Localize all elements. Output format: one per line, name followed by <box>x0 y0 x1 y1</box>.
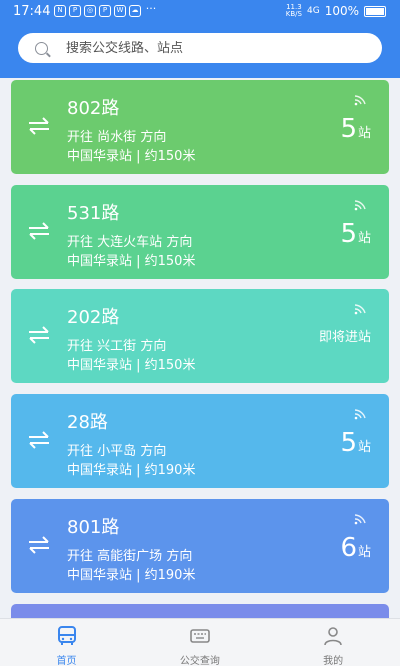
person-icon <box>324 627 342 646</box>
tab-keyboard[interactable]: 公交查询 <box>133 619 266 666</box>
route-name: 28路 <box>67 412 108 434</box>
route-direction: 开往 兴工街 方向 <box>67 335 166 354</box>
direction-suffix: 方向 <box>166 548 193 564</box>
notification-icons: N P ◎ P W ☁ ··· <box>54 2 158 17</box>
route-card[interactable]: 3路开往 方向 <box>11 603 389 618</box>
route-name: 202路 <box>67 307 120 329</box>
realtime-signal-icon <box>354 514 366 525</box>
notification-icon-1: N <box>54 5 66 17</box>
route-name: 801路 <box>67 516 120 538</box>
swap-direction-icon[interactable] <box>28 116 50 136</box>
eta-value: 5 <box>340 114 357 144</box>
stop-distance: 中国华录站 | 约150米 <box>67 358 196 374</box>
route-card[interactable]: 802路开往 尚水街 方向中国华录站 | 约150米 5 站 <box>11 80 389 174</box>
realtime-signal-icon <box>354 409 366 420</box>
realtime-signal-icon <box>354 95 366 106</box>
swap-direction-icon[interactable] <box>28 535 50 555</box>
status-bar: 17:44 N P ◎ P W ☁ ··· 11.3 KB/S 4G 100% <box>0 0 400 24</box>
route-direction: 开往 高能街广场 方向 <box>67 545 192 564</box>
notification-icon-3: P <box>99 5 111 17</box>
direction-destination: 兴工街 <box>97 339 137 355</box>
swap-direction-icon[interactable] <box>28 325 50 345</box>
notification-icon-2: P <box>69 5 81 17</box>
direction-suffix: 方向 <box>140 130 167 145</box>
route-direction: 开往 大连火车站 方向 <box>67 231 192 250</box>
direction-suffix: 方向 <box>140 339 167 355</box>
app-header: 17:44 N P ◎ P W ☁ ··· 11.3 KB/S 4G 100% <box>0 0 400 78</box>
eta-value: 5 <box>340 218 357 249</box>
eta-unit: 站 <box>357 544 371 560</box>
realtime-signal-icon <box>354 304 366 315</box>
direction-prefix: 开往 <box>67 130 94 145</box>
route-list[interactable]: 802路 开往 尚水街 方向 中国华录站 | 约150米 5 站 531路 开往 大连火车站… <box>0 78 400 618</box>
direction-prefix: 开往 <box>67 444 94 460</box>
route-direction: 开往 小平岛 方向 <box>67 440 166 459</box>
direction-prefix: 开往 <box>67 548 94 564</box>
stop-distance: 中国华录站 | 约150米 <box>67 253 196 269</box>
search-bar[interactable] <box>18 33 382 63</box>
direction-suffix: 方向 <box>140 444 167 460</box>
bus-icon <box>57 626 76 645</box>
tab-label: 公交查询 <box>179 656 220 666</box>
swap-direction-icon[interactable] <box>28 221 50 241</box>
direction-destination: 尚水街 <box>97 130 137 145</box>
status-time: 17:44 <box>13 4 51 19</box>
location-icon: ◎ <box>84 5 96 17</box>
battery-icon <box>364 5 386 17</box>
eta-unit: 站 <box>357 126 371 141</box>
direction-suffix: 方向 <box>166 234 193 250</box>
stop-distance: 中国华录站 | 约190米 <box>67 463 196 479</box>
arrival-eta: 6站 <box>340 533 371 563</box>
bottom-tab-bar: 首页 公交查询 我的 <box>0 618 400 666</box>
tab-person[interactable]: 我的 <box>267 619 400 666</box>
route-card[interactable]: 531路 开往 大连火车站 方向 中国华录站 | 约150米 5 站 <box>11 184 389 279</box>
direction-destination: 小平岛 <box>97 444 137 460</box>
arrival-eta: 5站 <box>340 219 371 249</box>
tab-label: 首页 <box>56 656 77 666</box>
direction-destination: 高能街广场 <box>97 548 163 564</box>
route-card[interactable]: 28路开往 小平岛 方向中国华录站 | 约190米 5 站 <box>11 394 389 489</box>
wechat-icon: W <box>114 5 126 17</box>
tab-bus[interactable]: 首页 <box>0 619 133 666</box>
stop-distance: 中国华录站 | 约150米 <box>67 149 196 164</box>
eta-unit: 站 <box>357 230 371 246</box>
direction-destination: 大连火车站 <box>97 234 163 250</box>
search-icon <box>35 41 48 55</box>
route-name: 802路 <box>67 98 120 119</box>
cloud-icon: ☁ <box>129 5 141 17</box>
swap-direction-icon[interactable] <box>28 430 50 450</box>
arrival-eta: 即将进站 <box>319 326 372 345</box>
eta-unit: 站 <box>357 440 371 456</box>
eta-value: 5 <box>340 428 357 459</box>
search-input[interactable] <box>66 40 346 56</box>
net-speed: 11.3 KB/S <box>286 4 302 18</box>
stop-distance: 中国华录站 | 约190米 <box>67 567 196 583</box>
net-speed-unit: KB/S <box>285 10 302 18</box>
keyboard-icon <box>190 629 210 643</box>
tab-label: 我的 <box>323 656 344 666</box>
route-direction: 开往 尚水街 方向 <box>67 126 166 145</box>
status-right: 11.3 KB/S 4G 100% <box>286 4 386 18</box>
realtime-signal-icon <box>354 199 366 210</box>
direction-prefix: 开往 <box>67 234 94 250</box>
route-name: 531路 <box>67 202 120 224</box>
battery-level: 100% <box>324 4 359 18</box>
arrival-eta: 5站 <box>340 428 371 458</box>
signal-icon: 4G <box>306 6 320 16</box>
eta-value: 即将进站 <box>318 330 371 346</box>
arrival-eta: 5站 <box>340 114 371 144</box>
route-card[interactable]: 202路开往 兴工街 方向中国华录站 | 约150米 即将进站 <box>11 289 389 384</box>
eta-value: 6 <box>340 532 357 563</box>
more-notifications-icon: ··· <box>145 2 157 15</box>
route-card[interactable]: 801路 开往 高能街广场 方向 中国华录站 | 约190米 6 站 <box>11 498 389 593</box>
direction-prefix: 开往 <box>67 339 94 355</box>
